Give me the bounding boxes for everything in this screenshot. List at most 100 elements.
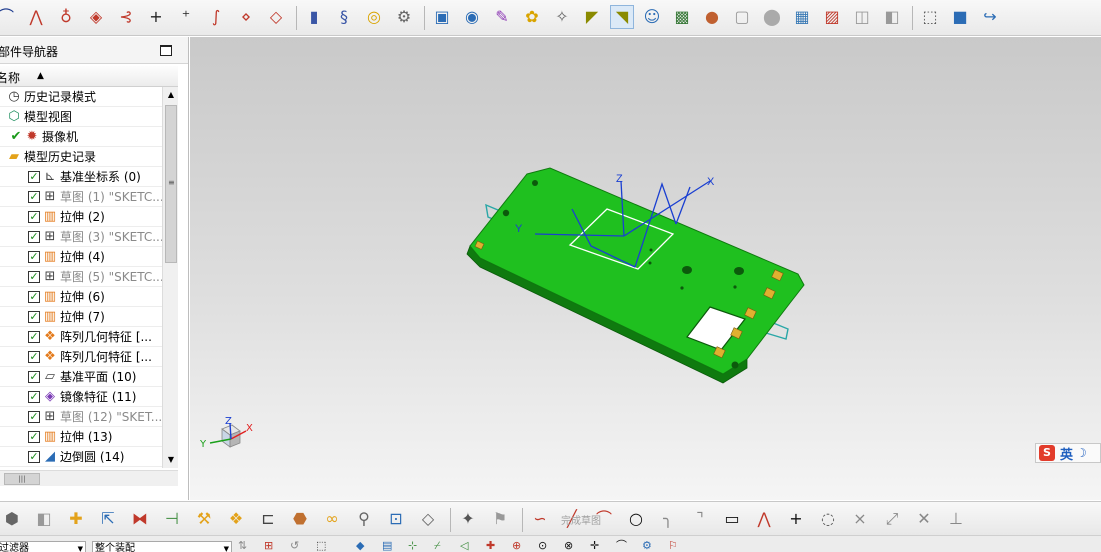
user-icon[interactable]: ☺ bbox=[640, 5, 664, 29]
component-icon[interactable]: ◧ bbox=[32, 507, 56, 531]
section-curve-icon[interactable]: ⋄ bbox=[234, 5, 258, 29]
weld-icon[interactable]: ⬣ bbox=[288, 507, 312, 531]
column-header-name[interactable]: 名称 ▲ bbox=[0, 66, 178, 87]
feature-checkbox[interactable]: ✓ bbox=[28, 251, 40, 263]
graphics-window[interactable]: Z X Y X Y Z bbox=[190, 37, 1101, 500]
tree-row[interactable]: ✓ ⊞ 草图 (5) "SKETC... bbox=[0, 267, 162, 287]
snap-on-curve-icon[interactable]: ✛ bbox=[590, 539, 599, 552]
tree-row[interactable]: ✓ ◈ 镜像特征 (11) bbox=[0, 387, 162, 407]
make-corner-icon[interactable]: ✕ bbox=[912, 507, 936, 531]
tree-row[interactable]: ✓ ▥ 拉伸 (4) bbox=[0, 247, 162, 267]
wave-link-icon[interactable]: ⚲ bbox=[352, 507, 376, 531]
assembly-icon[interactable]: ⬢ bbox=[0, 507, 24, 531]
feature-checkbox[interactable]: ✓ bbox=[28, 331, 40, 343]
sequence-icon[interactable]: ⊏ bbox=[256, 507, 280, 531]
move-component-icon[interactable]: ⇱ bbox=[96, 507, 120, 531]
tree-row[interactable]: ◷ 历史记录模式 bbox=[0, 87, 162, 107]
highlight-light-icon[interactable]: ◥ bbox=[610, 5, 634, 29]
feature-filter-icon[interactable]: ⊞ bbox=[264, 539, 273, 552]
fillet-icon[interactable]: ╮ bbox=[656, 507, 680, 531]
tree-row[interactable]: ✓ ⊾ 基准坐标系 (0) bbox=[0, 167, 162, 187]
sketch-finish-icon[interactable]: ⚑ bbox=[488, 507, 512, 531]
tree-row[interactable]: ✓ ❖ 阵列几何特征 [... bbox=[0, 347, 162, 367]
brush-icon[interactable]: ✎ bbox=[490, 5, 514, 29]
feature-checkbox[interactable]: ✓ bbox=[28, 211, 40, 223]
model-view[interactable]: Z X Y bbox=[190, 37, 1101, 500]
feature-checkbox[interactable]: ✓ bbox=[28, 191, 40, 203]
point-set-icon[interactable]: ⁺ bbox=[174, 5, 198, 29]
feature-checkbox[interactable]: ✓ bbox=[28, 411, 40, 423]
feature-checkbox[interactable]: ✓ bbox=[28, 271, 40, 283]
maximize-button[interactable] bbox=[160, 45, 172, 56]
vertical-scrollbar[interactable]: ▲ ≡ ▼ bbox=[162, 87, 178, 468]
camera-tool-icon[interactable]: ◉ bbox=[460, 5, 484, 29]
surface-grid-icon[interactable]: ◈ bbox=[84, 5, 108, 29]
snap-endpoint-icon[interactable]: ⊹ bbox=[408, 539, 417, 552]
feature-checkbox[interactable]: ✓ bbox=[28, 171, 40, 183]
ime-mode-label[interactable]: 英 bbox=[1060, 444, 1073, 463]
spotlight-icon[interactable]: ◤ bbox=[580, 5, 604, 29]
snap-center-icon[interactable]: ⊕ bbox=[512, 539, 521, 552]
sort-ascending-icon[interactable]: ▲ bbox=[37, 71, 44, 81]
tree-row[interactable]: ✓ ❖ 阵列几何特征 [... bbox=[0, 327, 162, 347]
solid-cube-icon[interactable]: ■ bbox=[948, 5, 972, 29]
rectangle-icon[interactable]: ▭ bbox=[720, 507, 744, 531]
tree-row[interactable]: ✓ ⊞ 草图 (3) "SKETC... bbox=[0, 227, 162, 247]
render-icon[interactable]: ▣ bbox=[430, 5, 454, 29]
image-icon[interactable]: ▨ bbox=[820, 5, 844, 29]
background-icon[interactable]: ▩ bbox=[670, 5, 694, 29]
clearance-icon[interactable]: ◇ bbox=[416, 507, 440, 531]
light-bulb-icon[interactable]: ✧ bbox=[550, 5, 574, 29]
mirror-assembly-icon[interactable]: ⧓ bbox=[128, 507, 152, 531]
snap-midpoint-icon[interactable]: ⌿ bbox=[434, 539, 441, 552]
zoom-frame-icon[interactable]: ⬚ bbox=[918, 5, 942, 29]
tree-row[interactable]: ✓ ▥ 拉伸 (2) bbox=[0, 207, 162, 227]
studio-spline-sketch-icon[interactable]: ⋀ bbox=[752, 507, 776, 531]
tree-row[interactable]: ✔ ✹ 摄像机 bbox=[0, 127, 162, 147]
finish-sketch-label[interactable]: 完成草图 bbox=[561, 512, 601, 527]
point-sketch-icon[interactable]: + bbox=[784, 507, 808, 531]
tree-row[interactable]: ▰ 模型历史记录 bbox=[0, 147, 162, 167]
quick-trim-icon[interactable]: ⨯ bbox=[848, 507, 872, 531]
arc-icon[interactable]: ⌒ bbox=[0, 5, 18, 29]
tree-row[interactable]: ⬡ 模型视图 bbox=[0, 107, 162, 127]
rectangle-select-icon[interactable]: ⬚ bbox=[316, 539, 326, 552]
material-ball-icon[interactable]: ● bbox=[700, 5, 724, 29]
array-component-icon[interactable]: ❖ bbox=[224, 507, 248, 531]
quick-extend-icon[interactable]: ⤢ bbox=[880, 507, 904, 531]
feature-checkbox[interactable]: ✓ bbox=[28, 391, 40, 403]
tree-row[interactable]: ✓ ▱ 基准平面 (10) bbox=[0, 367, 162, 387]
feature-checkbox[interactable]: ✓ bbox=[28, 291, 40, 303]
constraint-icon[interactable]: ⊣ bbox=[160, 507, 184, 531]
point-icon[interactable]: + bbox=[144, 5, 168, 29]
horizontal-scroll-thumb[interactable]: ||| bbox=[4, 473, 40, 485]
circle-icon[interactable]: ○ bbox=[624, 507, 648, 531]
link-icon[interactable]: ∞ bbox=[320, 507, 344, 531]
snap-intersection-icon[interactable]: ✚ bbox=[486, 539, 495, 552]
constraints-icon[interactable]: ⊥ bbox=[944, 507, 968, 531]
interference-icon[interactable]: ⊡ bbox=[384, 507, 408, 531]
feature-checkbox[interactable]: ✓ bbox=[28, 431, 40, 443]
snap-tangent-icon[interactable]: ⌒ bbox=[616, 539, 627, 552]
tree-row[interactable]: ✓ ◢ 边倒圆 (14) bbox=[0, 447, 162, 467]
scroll-up-arrow-icon[interactable]: ▲ bbox=[163, 87, 179, 103]
spring-icon[interactable]: § bbox=[332, 5, 356, 29]
feature-checkbox[interactable]: ✓ bbox=[28, 451, 40, 463]
shaded-body-icon[interactable]: ⬤ bbox=[760, 5, 784, 29]
flag-icon[interactable]: ⚐ bbox=[668, 539, 678, 552]
snap-quadrant-icon[interactable]: ⊙ bbox=[538, 539, 547, 552]
feature-checkbox[interactable]: ✓ bbox=[28, 311, 40, 323]
intersection-curve-icon[interactable]: ◇ bbox=[264, 5, 288, 29]
display-dropdown-icon[interactable]: ▢ bbox=[730, 5, 754, 29]
profile-icon[interactable]: ∽ bbox=[528, 507, 552, 531]
tree-row[interactable]: ✓ ▥ 拉伸 (13) bbox=[0, 427, 162, 447]
tree-row[interactable]: ✓ ▥ 拉伸 (6) bbox=[0, 287, 162, 307]
horizontal-scrollbar[interactable]: ||| bbox=[0, 470, 178, 486]
wire-cube-icon[interactable]: ◫ bbox=[850, 5, 874, 29]
studio-spline-icon[interactable]: ♁ bbox=[54, 5, 78, 29]
reset-filter-icon[interactable]: ↺ bbox=[290, 539, 299, 552]
datum-cylinder-icon[interactable]: ▮ bbox=[302, 5, 326, 29]
explode-icon[interactable]: ⚒ bbox=[192, 507, 216, 531]
feature-checkbox[interactable]: ✓ bbox=[28, 351, 40, 363]
ring-icon[interactable]: ◎ bbox=[362, 5, 386, 29]
